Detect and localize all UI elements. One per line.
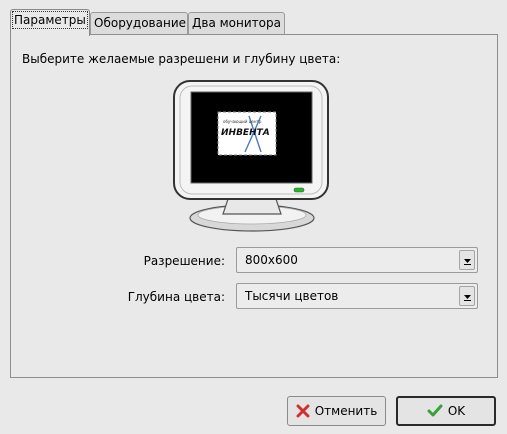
ok-button[interactable]: OK <box>396 396 496 426</box>
prompt-text: Выберите желаемые разрешени и глубину цв… <box>22 52 341 66</box>
resolution-select[interactable]: 800x600 <box>236 247 478 273</box>
tab-hardware[interactable]: Оборудование <box>90 12 188 35</box>
power-led <box>293 187 305 193</box>
monitor-preview: обучающий центр ИНВЕНТА <box>171 78 331 235</box>
resolution-label: Разрешение: <box>143 254 225 268</box>
tab-dual-monitor-label: Два монитора <box>192 16 281 30</box>
color-depth-value: Тысячи цветов <box>245 289 339 303</box>
cancel-button[interactable]: Отменить <box>287 396 386 426</box>
resolution-dropdown-button[interactable] <box>459 250 475 270</box>
tab-hardware-label: Оборудование <box>94 16 186 30</box>
chevron-down-icon <box>463 258 471 265</box>
tab-dual-monitor[interactable]: Два монитора <box>188 12 285 35</box>
color-depth-select[interactable]: Тысячи цветов <box>236 283 478 309</box>
color-depth-label: Глубина цвета: <box>127 290 225 304</box>
tab-parameters[interactable]: Параметры <box>10 9 90 36</box>
logo-subtitle: обучающий центр <box>223 119 262 124</box>
settings-panel: Выберите желаемые разрешени и глубину цв… <box>10 34 498 378</box>
logo-text: ИНВЕНТА <box>221 128 270 138</box>
tab-parameters-label: Параметры <box>12 11 88 29</box>
cancel-x-icon <box>296 404 310 418</box>
cancel-button-label: Отменить <box>314 404 378 418</box>
monitor-icon: обучающий центр ИНВЕНТА <box>173 80 329 232</box>
color-depth-dropdown-button[interactable] <box>459 286 475 306</box>
resolution-value: 800x600 <box>245 253 298 267</box>
check-icon <box>427 404 443 417</box>
ok-button-label: OK <box>447 404 466 418</box>
chevron-down-icon <box>463 294 471 301</box>
